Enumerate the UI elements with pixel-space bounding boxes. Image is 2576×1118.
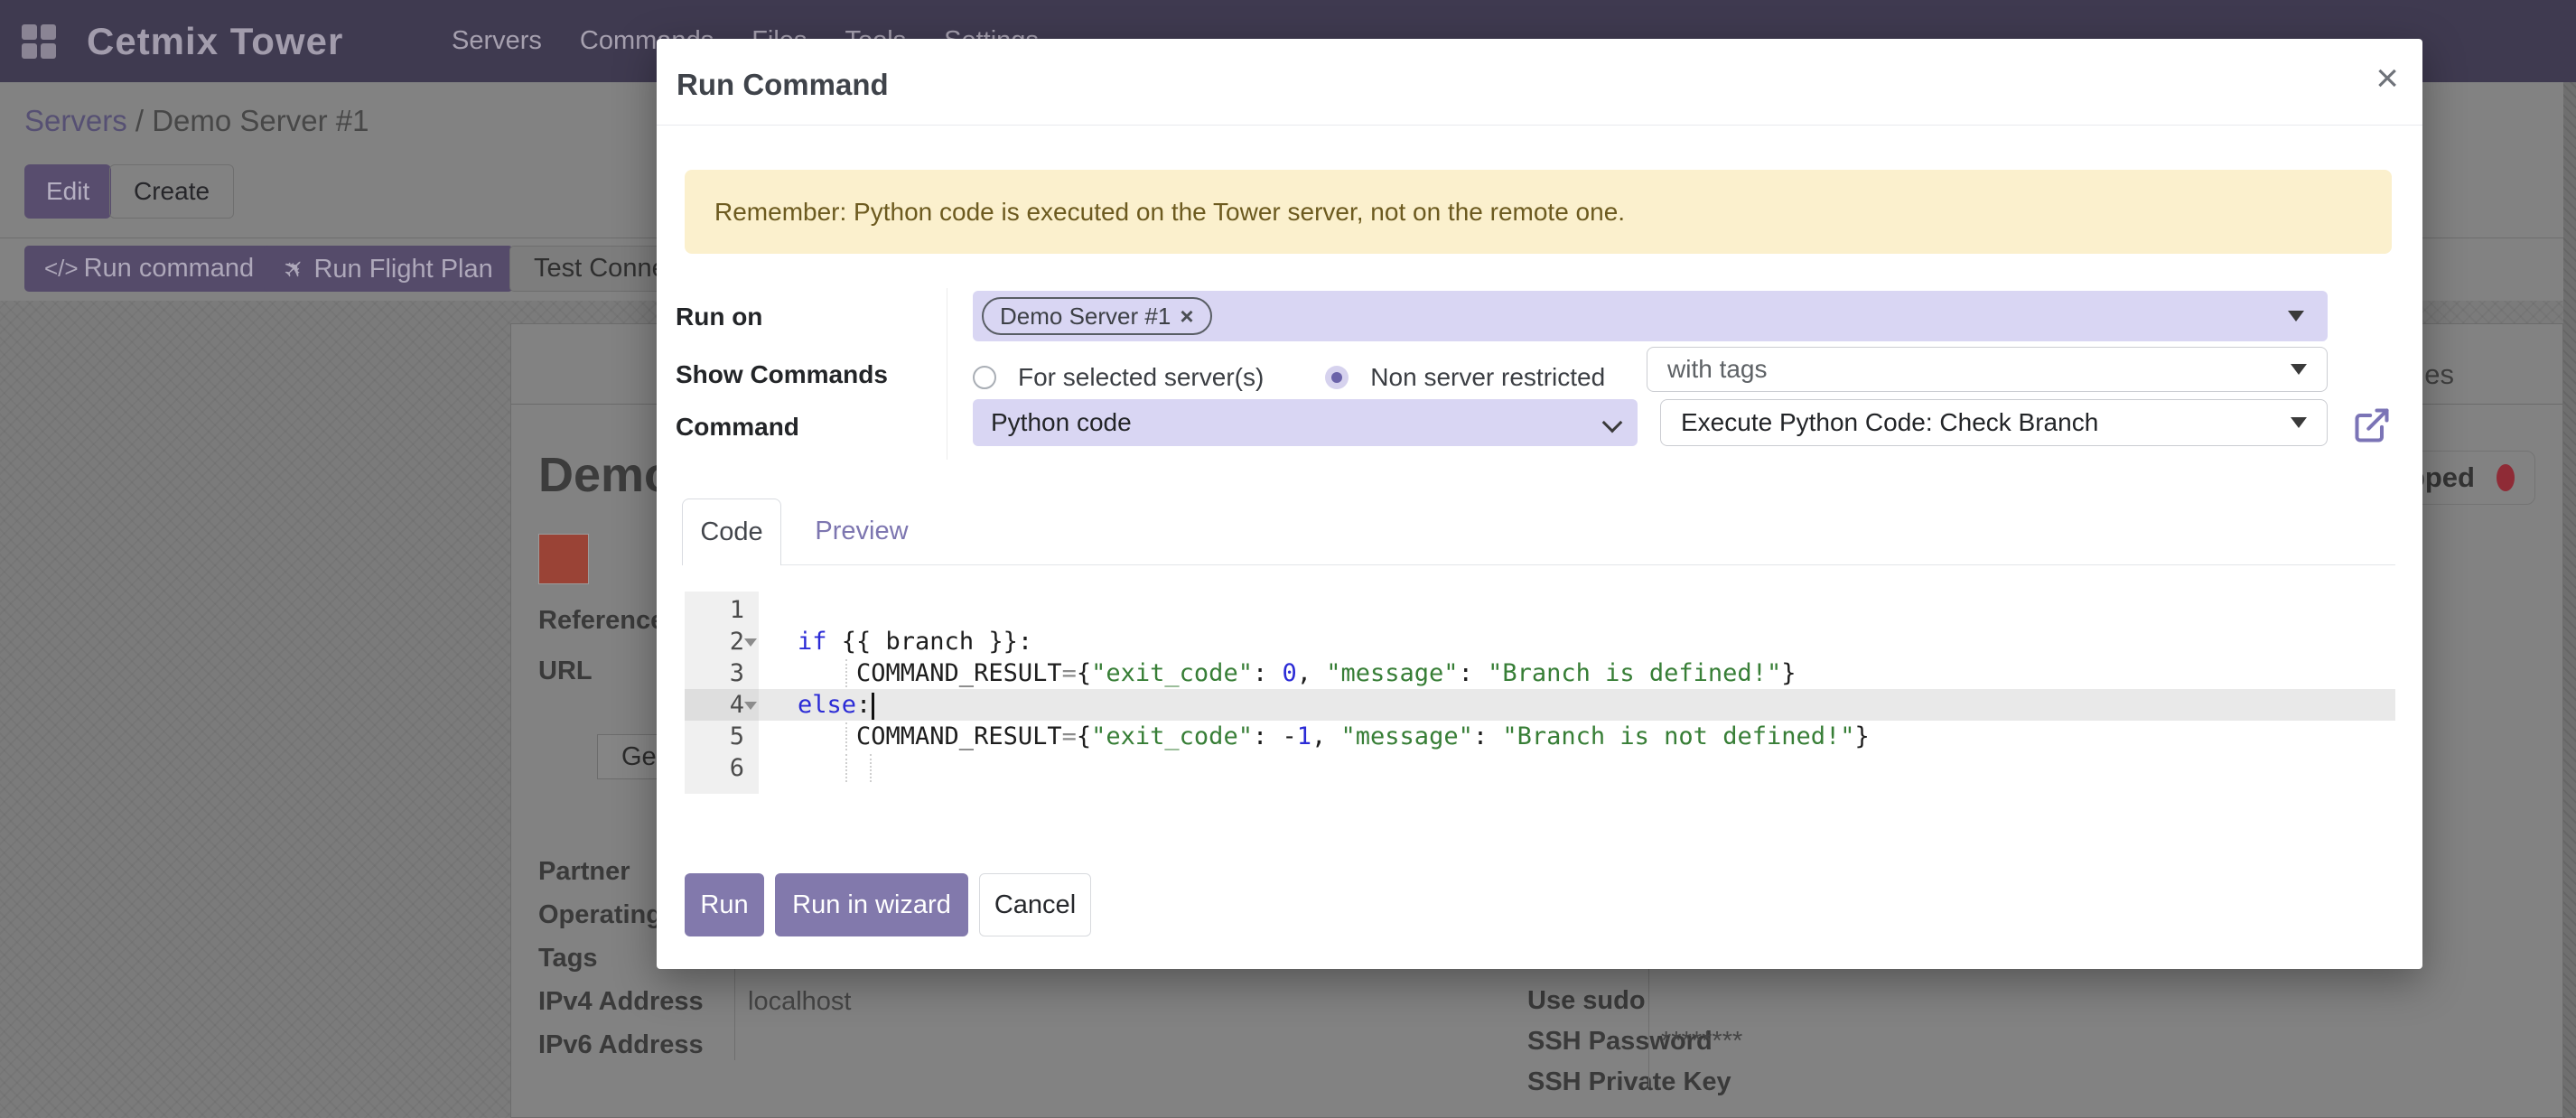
radio-for-selected-servers-label[interactable]: For selected server(s) — [1018, 363, 1264, 392]
show-commands-label: Show Commands — [676, 360, 888, 389]
warning-alert: Remember: Python code is executed on the… — [685, 170, 2392, 254]
run-flight-plan-button[interactable]: ✈Run Flight Plan — [264, 246, 513, 292]
tab-preview[interactable]: Preview — [794, 498, 929, 565]
server-chip: Demo Server #1 × — [982, 297, 1212, 335]
chip-label: Demo Server #1 — [1000, 303, 1171, 331]
run-on-label: Run on — [676, 303, 762, 331]
info-label: Partner — [538, 857, 630, 887]
chip-remove-icon[interactable]: × — [1180, 303, 1193, 331]
line-number: 6 — [685, 752, 759, 784]
line-number: 1 — [685, 594, 759, 626]
run-on-field[interactable]: Demo Server #1 × — [973, 291, 2328, 341]
code-editor[interactable]: 12if {{ branch }}:3 COMMAND_RESULT={"exi… — [685, 592, 2395, 808]
run-in-wizard-button[interactable]: Run in wizard — [775, 873, 968, 936]
code-tag-icon: </> — [44, 255, 79, 282]
field-label-url: URL — [538, 657, 593, 686]
plane-icon: ✈ — [270, 245, 318, 293]
breadcrumb-servers-link[interactable]: Servers — [24, 104, 127, 137]
run-command-modal: Run Command × Remember: Python code is e… — [657, 39, 2422, 969]
breadcrumb-current: Demo Server #1 — [152, 104, 369, 137]
app-brand[interactable]: Cetmix Tower — [87, 0, 343, 82]
breadcrumb: Servers / Demo Server #1 — [24, 104, 369, 138]
editor-line-3[interactable]: 3 COMMAND_RESULT={"exit_code": 0, "messa… — [685, 657, 2395, 689]
info-label: Use sudo — [1527, 986, 1646, 1016]
editor-line-6[interactable]: 6 — [685, 752, 2395, 784]
indent-guide — [845, 754, 847, 782]
radio-for-selected-servers[interactable] — [973, 366, 996, 389]
screen: Cetmix Tower ServersCommandsFilesToolsSe… — [0, 0, 2576, 1118]
code-text: else: — [798, 689, 874, 721]
status-stopped-dot — [2497, 464, 2515, 491]
with-tags-caret-icon — [2291, 364, 2307, 375]
create-button[interactable]: Create — [109, 164, 234, 219]
run-button[interactable]: Run — [685, 873, 764, 936]
field-label-reference: Reference — [538, 606, 665, 636]
command-type-select[interactable]: Python code — [973, 399, 1638, 446]
code-text: if {{ branch }}: — [798, 626, 1032, 657]
command-type-chevron-icon — [1602, 413, 1623, 433]
editor-line-1[interactable]: 1 — [685, 594, 2395, 626]
edit-button[interactable]: Edit — [24, 164, 111, 219]
code-text: COMMAND_RESULT={"exit_code": -1, "messag… — [798, 721, 1870, 752]
modal-header-divider — [657, 125, 2422, 126]
with-tags-select[interactable]: with tags — [1647, 347, 2328, 392]
page-scrollbar[interactable] — [2563, 82, 2576, 1118]
info-label: SSH Private Key — [1527, 1067, 1731, 1097]
stat-button-fragment[interactable]: es — [2424, 359, 2454, 391]
code-text: COMMAND_RESULT={"exit_code": 0, "message… — [798, 657, 1796, 689]
info-label: Operating — [538, 900, 662, 930]
tab-code[interactable]: Code — [682, 498, 781, 565]
show-commands-radios: For selected server(s) Non server restri… — [973, 359, 1605, 396]
fold-caret-icon[interactable] — [744, 638, 757, 647]
apps-grid-icon[interactable] — [22, 24, 56, 59]
run-on-dropdown-caret-icon[interactable] — [2288, 311, 2304, 321]
run-command-button[interactable]: </>Run command — [24, 246, 274, 292]
indent-guide — [870, 754, 872, 782]
editor-line-2[interactable]: 2if {{ branch }}: — [685, 626, 2395, 657]
alert-text: Remember: Python code is executed on the… — [714, 198, 1625, 227]
close-icon[interactable]: × — [2375, 59, 2399, 98]
radio-non-server-restricted[interactable] — [1325, 366, 1349, 389]
info-label: IPv6 Address — [538, 1030, 704, 1060]
fold-caret-icon[interactable] — [744, 702, 757, 710]
server-color-swatch[interactable] — [538, 534, 589, 584]
tab-bar-line — [682, 564, 2395, 565]
info-label: IPv4 Address — [538, 987, 704, 1017]
radio-non-server-restricted-label[interactable]: Non server restricted — [1370, 363, 1605, 392]
text-cursor — [872, 693, 874, 720]
breadcrumb-separator: / — [127, 104, 153, 137]
info-value: localhost — [748, 987, 851, 1017]
line-number: 5 — [685, 721, 759, 752]
modal-title: Run Command — [677, 68, 889, 102]
server-record-title: Demo — [538, 447, 674, 503]
command-select[interactable]: Execute Python Code: Check Branch — [1660, 399, 2328, 446]
info-label: Tags — [538, 944, 598, 974]
info-value: ******** — [1661, 1027, 1742, 1057]
line-number: 3 — [685, 657, 759, 689]
open-record-external-link-icon[interactable] — [2352, 405, 2392, 445]
editor-line-4[interactable]: 4else: — [685, 689, 2395, 721]
command-label: Command — [676, 413, 799, 442]
nav-item-servers[interactable]: Servers — [452, 26, 542, 56]
editor-line-5[interactable]: 5 COMMAND_RESULT={"exit_code": -1, "mess… — [685, 721, 2395, 752]
command-caret-icon — [2291, 417, 2307, 428]
cancel-button[interactable]: Cancel — [979, 873, 1091, 936]
